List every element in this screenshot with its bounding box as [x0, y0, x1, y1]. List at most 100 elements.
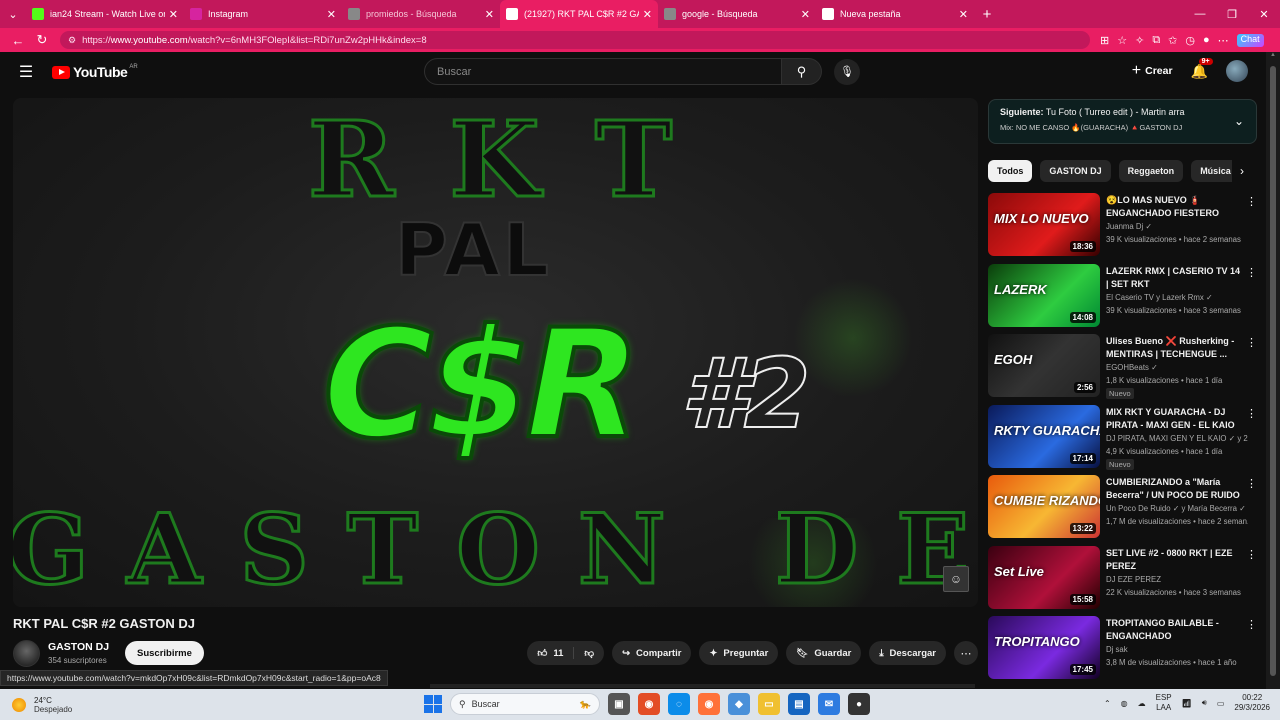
- task-view-icon[interactable]: ▣: [608, 693, 630, 715]
- menu-icon[interactable]: ☰: [0, 62, 52, 82]
- more-vertical-icon[interactable]: ⋮: [1246, 407, 1257, 420]
- outlook-icon[interactable]: ✉: [818, 693, 840, 715]
- browser-tab[interactable]: (21927) RKT PAL C$R #2 GAS ✕: [500, 0, 658, 28]
- recommended-video[interactable]: LAZERK 14:08 LAZERK RMX | CASERIO TV 14 …: [988, 263, 1260, 330]
- video-title[interactable]: 😵LO MAS NUEVO 🧯 ENGANCHADO FIESTERO 202.…: [1106, 194, 1244, 220]
- new-tab-button[interactable]: +: [974, 6, 1000, 23]
- language-indicator[interactable]: ESP LAA: [1156, 693, 1172, 713]
- subscribe-button[interactable]: Suscribirme: [125, 641, 204, 665]
- video-title[interactable]: TROPITANGO BAILABLE - ENGANCHADO: [1106, 617, 1244, 643]
- store-icon[interactable]: ◆: [728, 693, 750, 715]
- more-menu-icon[interactable]: ⋯: [1218, 34, 1229, 47]
- video-channel[interactable]: Un Poco De Ruido ✓ y María Becerra ✓: [1106, 504, 1248, 513]
- video-channel[interactable]: El Caserio TV y Lazerk Rmx ✓: [1106, 293, 1248, 302]
- video-title[interactable]: MIX RKT Y GUARACHA - DJ PIRATA - MAXI GE…: [1106, 406, 1244, 432]
- more-vertical-icon[interactable]: ⋮: [1246, 266, 1257, 279]
- voice-search-button[interactable]: 🎙: [834, 58, 860, 85]
- split-screen-icon[interactable]: ⧉: [1152, 34, 1160, 47]
- favorite-star-icon[interactable]: ☆: [1117, 34, 1127, 47]
- close-tab-icon[interactable]: ✕: [959, 8, 968, 21]
- search-button[interactable]: ⚲: [782, 58, 822, 85]
- url-field[interactable]: ⚙ https://www.youtube.com/watch?v=6nMH3F…: [60, 31, 1090, 49]
- video-thumbnail[interactable]: MIX LO NUEVO 18:36: [988, 193, 1100, 256]
- filter-chip[interactable]: Todos: [988, 160, 1033, 182]
- more-vertical-icon[interactable]: ⋮: [1246, 618, 1257, 631]
- wifi-icon[interactable]: 📶︎: [1182, 699, 1192, 708]
- video-thumbnail[interactable]: LAZERK 14:08: [988, 263, 1100, 327]
- channel-avatar[interactable]: [13, 640, 40, 667]
- search-input[interactable]: Buscar: [424, 58, 782, 85]
- close-tab-icon[interactable]: ✕: [643, 8, 652, 21]
- close-tab-icon[interactable]: ✕: [485, 8, 494, 21]
- recommended-video[interactable]: Set Live 15:58 SET LIVE #2 - 0800 RKT | …: [988, 545, 1260, 612]
- file-explorer-icon[interactable]: ▭: [758, 693, 780, 715]
- like-button[interactable]: 👍︎ 11: [527, 647, 575, 659]
- video-channel[interactable]: DJ EZE PEREZ: [1106, 575, 1248, 584]
- share-button[interactable]: ↪ Compartir: [612, 641, 692, 665]
- page-scrollbar[interactable]: ▲: [1266, 52, 1280, 689]
- video-title[interactable]: Ulises Bueno ❌ Rusherking - MENTIRAS | T…: [1106, 335, 1244, 361]
- channel-name[interactable]: GASTON DJ: [48, 641, 109, 653]
- channel-watermark-icon[interactable]: ☺: [943, 566, 969, 592]
- filter-chip[interactable]: GASTON DJ: [1040, 160, 1111, 182]
- edge-icon[interactable]: ◌: [668, 693, 690, 715]
- profile-icon[interactable]: ●: [1203, 34, 1210, 47]
- windows-start-icon[interactable]: [424, 695, 442, 713]
- more-vertical-icon[interactable]: ⋮: [1246, 477, 1257, 490]
- chevron-down-icon[interactable]: ⌄: [1234, 114, 1244, 128]
- close-tab-icon[interactable]: ✕: [801, 8, 810, 21]
- close-tab-icon[interactable]: ✕: [169, 8, 178, 21]
- more-vertical-icon[interactable]: ⋮: [1246, 336, 1257, 349]
- copilot-chat-button[interactable]: Chat: [1236, 33, 1264, 47]
- extensions-icon[interactable]: ✧: [1135, 34, 1144, 47]
- dislike-button[interactable]: 👎︎: [574, 647, 604, 659]
- maximize-icon[interactable]: ❐: [1216, 8, 1248, 21]
- recommended-video[interactable]: TROPITANGO 17:45 TROPITANGO BAILABLE - E…: [988, 616, 1260, 682]
- recommended-video[interactable]: RKTY GUARACHA 17:14 MIX RKT Y GUARACHA -…: [988, 404, 1260, 471]
- account-avatar[interactable]: [1226, 60, 1248, 82]
- browser-tab[interactable]: Instagram ✕: [184, 0, 342, 28]
- video-player[interactable]: RKT PAL C$R #2 GASTON DEE JAY ☺: [13, 98, 978, 607]
- video-title[interactable]: LAZERK RMX | CASERIO TV 14 | SET RKT: [1106, 265, 1244, 291]
- site-info-icon[interactable]: ⚙: [68, 35, 76, 46]
- video-channel[interactable]: Juanma Dj ✓: [1106, 222, 1248, 231]
- video-title[interactable]: CUMBIERIZANDO a "María Becerra" / UN POC…: [1106, 476, 1244, 502]
- save-button[interactable]: 🔖︎ Guardar: [786, 641, 862, 665]
- recommended-video[interactable]: MIX LO NUEVO 18:36 😵LO MAS NUEVO 🧯 ENGAN…: [988, 193, 1260, 259]
- volume-icon[interactable]: 🔊︎: [1202, 698, 1207, 708]
- firefox-icon[interactable]: ◉: [638, 693, 660, 715]
- cloud-icon[interactable]: ☁: [1138, 699, 1146, 708]
- video-channel[interactable]: EGOHBeats ✓: [1106, 363, 1248, 372]
- favorites-icon[interactable]: ✩: [1168, 34, 1177, 47]
- scroll-up-icon[interactable]: ▲: [1266, 52, 1280, 58]
- weather-widget[interactable]: 24°C Despejado: [12, 696, 72, 714]
- close-tab-icon[interactable]: ✕: [327, 8, 336, 21]
- app-icon[interactable]: ▤: [788, 693, 810, 715]
- playlist-next-panel[interactable]: Siguiente: Tu Foto ( Turreo edit ) - Mar…: [988, 99, 1257, 144]
- video-thumbnail[interactable]: EGOH 2:56: [988, 334, 1100, 397]
- battery-icon[interactable]: ▭: [1217, 699, 1225, 708]
- browser-tab[interactable]: promiedos - Búsqueda ✕: [342, 0, 500, 28]
- ask-button[interactable]: ✦ Preguntar: [699, 641, 779, 665]
- video-thumbnail[interactable]: TROPITANGO 17:45: [988, 616, 1100, 679]
- youtube-logo[interactable]: YouTube AR: [52, 64, 138, 80]
- video-title[interactable]: SET LIVE #2 - 0800 RKT | EZE PEREZ: [1106, 547, 1244, 573]
- video-thumbnail[interactable]: CUMBIE RIZANDO 13:22: [988, 475, 1100, 538]
- create-button[interactable]: + Crear: [1132, 62, 1173, 80]
- tray-chevron-icon[interactable]: ⌃: [1104, 699, 1111, 708]
- firefox-alt-icon[interactable]: ◉: [698, 693, 720, 715]
- video-thumbnail[interactable]: RKTY GUARACHA 17:14: [988, 404, 1100, 468]
- video-channel[interactable]: Dj sak: [1106, 645, 1248, 654]
- reload-icon[interactable]: ↻: [30, 32, 54, 48]
- browser-tab[interactable]: ian24 Stream - Watch Live on Kick ✕: [26, 0, 184, 28]
- more-actions-button[interactable]: ⋯: [954, 641, 978, 665]
- game-icon[interactable]: ●: [848, 693, 870, 715]
- recommended-video[interactable]: EGOH 2:56 Ulises Bueno ❌ Rusherking - ME…: [988, 334, 1260, 400]
- back-icon[interactable]: ←: [6, 33, 30, 48]
- chevron-right-icon[interactable]: ›: [1232, 160, 1252, 182]
- history-icon[interactable]: ◷: [1185, 34, 1195, 47]
- tab-list-button[interactable]: ⌄: [0, 0, 26, 28]
- filter-chip[interactable]: Reggaeton: [1118, 160, 1184, 182]
- video-channel[interactable]: DJ PIRATA, MAXI GEN Y EL KAIO ✓ y 2...: [1106, 434, 1248, 443]
- close-window-icon[interactable]: ✕: [1248, 8, 1280, 21]
